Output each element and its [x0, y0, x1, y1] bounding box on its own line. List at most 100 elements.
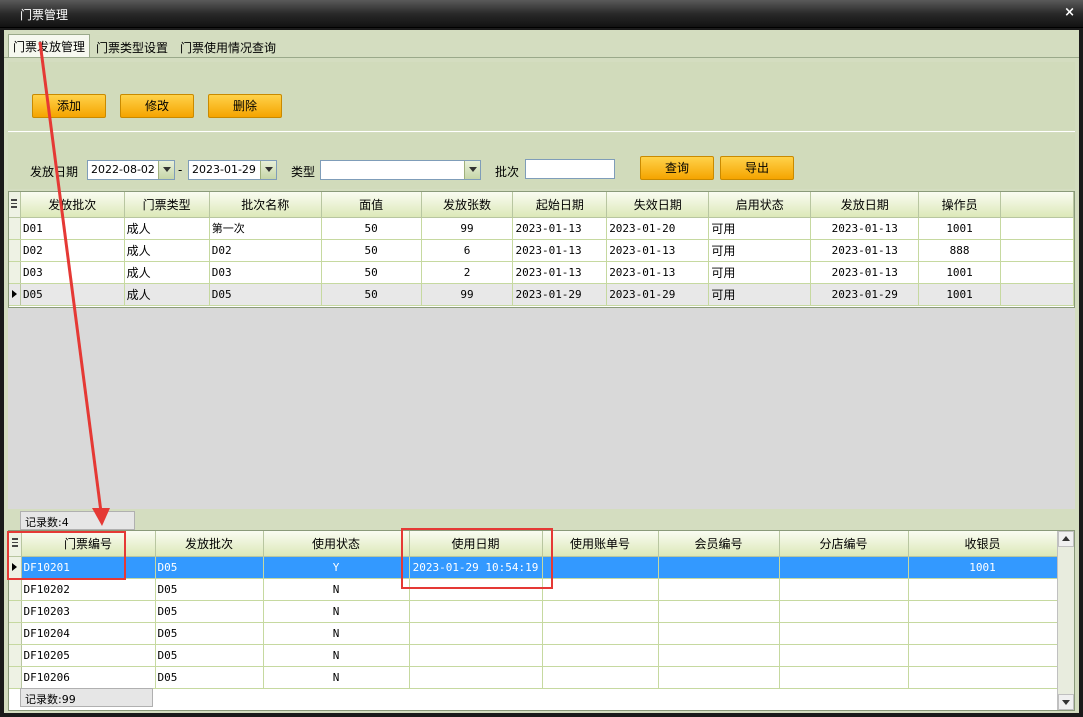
table-row[interactable]: D05 成人 D05 50 99 2023-01-29 2023-01-29 可用 2023-0… — [9, 283, 1074, 306]
chevron-down-icon[interactable] — [260, 161, 276, 179]
table-cell[interactable] — [658, 622, 780, 645]
column-header[interactable]: 失效日期 — [606, 192, 710, 218]
column-header[interactable]: 发放批次 — [20, 192, 125, 218]
table-cell[interactable]: N — [263, 666, 410, 689]
table-cell[interactable]: D05 — [209, 283, 322, 306]
batch-grid[interactable]: 发放批次 门票类型 批次名称 面值 发放张数 起始日期 失效日期 启用状态 发放… — [8, 191, 1075, 308]
table-cell[interactable]: D05 — [155, 622, 264, 645]
table-cell[interactable]: D05 — [155, 578, 264, 601]
table-row[interactable]: DF10203 D05 N — [9, 600, 1058, 623]
table-cell[interactable]: 2023-01-29 — [606, 283, 710, 306]
table-row[interactable]: D01 成人 第一次 50 99 2023-01-13 2023-01-20 可用 2023-0… — [9, 217, 1074, 240]
table-cell[interactable]: D05 — [20, 283, 125, 306]
column-header[interactable]: 面值 — [321, 192, 422, 218]
table-cell[interactable]: 1001 — [918, 261, 1001, 284]
row-indicator[interactable] — [9, 283, 21, 306]
table-cell[interactable] — [409, 644, 543, 667]
table-cell[interactable]: D03 — [209, 261, 322, 284]
tab-usage-query[interactable]: 门票使用情况查询 — [176, 36, 280, 57]
table-row[interactable]: DF10204 D05 N — [9, 622, 1058, 645]
table-cell[interactable] — [409, 666, 543, 689]
table-cell[interactable]: D03 — [20, 261, 125, 284]
table-cell[interactable]: D01 — [20, 217, 125, 240]
table-cell[interactable]: 50 — [321, 239, 422, 262]
row-indicator[interactable] — [9, 556, 22, 579]
table-cell[interactable] — [542, 622, 659, 645]
scroll-down-icon[interactable] — [1058, 694, 1074, 710]
table-cell[interactable] — [409, 622, 543, 645]
table-cell[interactable]: DF10204 — [21, 622, 156, 645]
table-cell[interactable]: 可用 — [708, 239, 812, 262]
row-indicator[interactable] — [9, 217, 21, 240]
column-header[interactable]: 门票类型 — [124, 192, 210, 218]
column-header[interactable]: 操作员 — [918, 192, 1001, 218]
add-button[interactable]: 添加 — [32, 94, 106, 118]
row-indicator[interactable] — [9, 578, 22, 601]
type-select[interactable] — [320, 160, 481, 180]
row-indicator[interactable] — [9, 239, 21, 262]
table-cell[interactable]: D05 — [155, 666, 264, 689]
table-cell[interactable] — [542, 644, 659, 667]
row-indicator[interactable] — [9, 600, 22, 623]
table-cell[interactable] — [542, 600, 659, 623]
table-cell[interactable] — [908, 578, 1058, 601]
vertical-scrollbar[interactable] — [1057, 531, 1074, 710]
table-row[interactable]: DF10205 D05 N — [9, 644, 1058, 667]
table-cell[interactable] — [779, 556, 909, 579]
table-cell[interactable]: 成人 — [124, 217, 210, 240]
table-cell[interactable] — [908, 666, 1058, 689]
table-cell[interactable]: 2023-01-13 — [606, 261, 710, 284]
table-cell[interactable]: 2023-01-13 — [512, 239, 608, 262]
table-cell[interactable]: 50 — [321, 217, 422, 240]
table-cell[interactable]: 2023-01-13 — [810, 239, 920, 262]
table-cell[interactable] — [779, 666, 909, 689]
table-cell[interactable]: 2023-01-13 — [512, 217, 608, 240]
column-header[interactable]: 启用状态 — [708, 192, 812, 218]
table-cell[interactable] — [908, 600, 1058, 623]
date-from-picker[interactable]: 2022-08-02 — [87, 160, 175, 180]
table-cell[interactable]: DF10205 — [21, 644, 156, 667]
table-cell[interactable]: 2 — [421, 261, 514, 284]
delete-button[interactable]: 删除 — [208, 94, 282, 118]
column-header[interactable]: 发放张数 — [421, 192, 514, 218]
query-button[interactable]: 查询 — [640, 156, 714, 180]
table-cell[interactable] — [658, 556, 780, 579]
table-cell[interactable]: D05 — [155, 600, 264, 623]
table-cell[interactable]: 成人 — [124, 261, 210, 284]
column-header[interactable]: 使用账单号 — [542, 531, 659, 557]
column-header[interactable]: 批次名称 — [209, 192, 322, 218]
column-header[interactable]: 分店编号 — [779, 531, 909, 557]
export-button[interactable]: 导出 — [720, 156, 794, 180]
table-cell[interactable]: 2023-01-13 — [810, 217, 920, 240]
batch-input[interactable] — [525, 159, 615, 179]
column-header[interactable]: 使用状态 — [263, 531, 410, 557]
table-cell[interactable]: 888 — [918, 239, 1001, 262]
table-cell[interactable]: 6 — [421, 239, 514, 262]
column-header[interactable]: 使用日期 — [409, 531, 543, 557]
table-cell[interactable]: N — [263, 622, 410, 645]
table-cell[interactable]: N — [263, 578, 410, 601]
chevron-down-icon[interactable] — [158, 161, 174, 179]
table-cell[interactable]: 1001 — [918, 217, 1001, 240]
table-cell[interactable]: 99 — [421, 217, 514, 240]
title-bar[interactable]: 门票管理 × — [0, 0, 1083, 28]
table-cell[interactable] — [542, 556, 659, 579]
table-cell[interactable]: DF10201 — [21, 556, 156, 579]
table-cell[interactable]: 50 — [321, 283, 422, 306]
table-cell[interactable]: 2023-01-29 — [512, 283, 608, 306]
close-icon[interactable]: × — [1064, 5, 1075, 20]
column-header[interactable]: 收银员 — [908, 531, 1058, 557]
table-cell[interactable] — [908, 644, 1058, 667]
table-cell[interactable] — [779, 600, 909, 623]
edit-button[interactable]: 修改 — [120, 94, 194, 118]
table-cell[interactable]: N — [263, 600, 410, 623]
table-cell[interactable] — [658, 644, 780, 667]
table-cell[interactable]: 2023-01-13 — [512, 261, 608, 284]
table-cell[interactable]: 2023-01-29 — [810, 283, 920, 306]
table-cell[interactable]: D05 — [155, 556, 264, 579]
row-indicator[interactable] — [9, 261, 21, 284]
table-cell[interactable]: 99 — [421, 283, 514, 306]
row-indicator[interactable] — [9, 644, 22, 667]
table-cell[interactable] — [779, 622, 909, 645]
table-cell[interactable]: 2023-01-13 — [810, 261, 920, 284]
